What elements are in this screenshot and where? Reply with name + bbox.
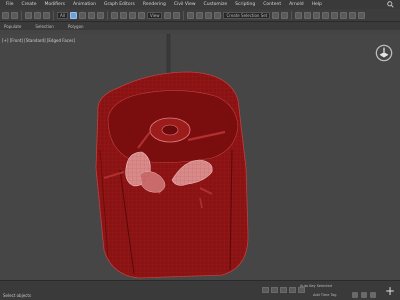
link-button[interactable] <box>25 11 32 19</box>
pan-icon[interactable] <box>361 292 367 298</box>
curve-editor-button[interactable] <box>313 11 321 19</box>
selection-filter-dropdown[interactable]: All <box>57 11 68 19</box>
move-button[interactable] <box>110 11 118 19</box>
search-icon[interactable] <box>387 1 394 8</box>
menu-rendering[interactable]: Rendering <box>139 0 170 9</box>
menu-file[interactable]: File <box>2 0 18 9</box>
status-bar <box>0 280 400 300</box>
menu-customize[interactable]: Customize <box>200 0 232 9</box>
menu-modifiers[interactable]: Modifiers <box>40 0 69 9</box>
pivot-center-button[interactable] <box>164 11 172 19</box>
mirror-button[interactable] <box>272 11 280 19</box>
socket-hole <box>161 124 179 136</box>
next-frame-button[interactable] <box>289 287 296 293</box>
toolbar-separator <box>291 10 293 20</box>
add-time-tag-label[interactable]: Add Time Tag <box>313 293 337 297</box>
zoom-icon[interactable] <box>352 292 358 298</box>
add-icon[interactable]: + <box>384 285 396 298</box>
ribbon-bar: Populate Selection Polygon <box>0 22 400 30</box>
undo-button[interactable] <box>2 11 9 19</box>
playback-controls <box>262 287 305 293</box>
material-editor-button[interactable] <box>331 11 339 19</box>
viewcube-icon[interactable] <box>375 44 393 62</box>
ribbon-tab-polygon[interactable]: Polygon <box>68 24 84 29</box>
scene-explorer-button[interactable] <box>295 11 303 19</box>
schematic-view-button[interactable] <box>322 11 330 19</box>
menu-help[interactable]: Help <box>308 0 326 9</box>
viewport-navigation <box>352 292 376 298</box>
menu-create[interactable]: Create <box>18 0 41 9</box>
orbit-icon[interactable] <box>370 292 376 298</box>
ribbon-tab-populate[interactable]: Populate <box>4 24 21 29</box>
menu-content[interactable]: Content <box>259 0 285 9</box>
placement-button[interactable] <box>137 11 145 19</box>
select-by-name-button[interactable] <box>78 11 86 19</box>
toolbar-separator <box>53 10 54 20</box>
menu-arnold[interactable]: Arnold <box>285 0 308 9</box>
go-to-start-button[interactable] <box>262 287 269 293</box>
play-button[interactable] <box>280 287 287 293</box>
toolbar-separator <box>183 10 185 20</box>
rectangular-selection-button[interactable] <box>87 11 95 19</box>
rendered-frame-window-button[interactable] <box>349 11 357 19</box>
layer-explorer-button[interactable] <box>304 11 312 19</box>
menu-graph-editors[interactable]: Graph Editors <box>100 0 139 9</box>
window-crossing-button[interactable] <box>96 11 104 19</box>
scene-model[interactable] <box>0 34 400 280</box>
status-prompt: Select objects <box>3 293 32 298</box>
align-button[interactable] <box>281 11 289 19</box>
menu-animation[interactable]: Animation <box>69 0 100 9</box>
render-setup-button[interactable] <box>340 11 348 19</box>
menu-bar: File Create Modifiers Animation Graph Ed… <box>0 0 400 9</box>
menu-scripting[interactable]: Scripting <box>231 0 259 9</box>
ribbon-tab-selection[interactable]: Selection <box>35 24 53 29</box>
toolbar-separator <box>21 10 22 20</box>
percent-snap-button[interactable] <box>205 11 213 19</box>
menu-civil-view[interactable]: Civil View <box>170 0 200 9</box>
render-button[interactable] <box>358 11 366 19</box>
reference-coordinate-dropdown[interactable]: View <box>146 11 163 19</box>
scale-button[interactable] <box>128 11 136 19</box>
toolbar-separator <box>106 10 108 20</box>
3ds-max-window: File Create Modifiers Animation Graph Ed… <box>0 0 400 300</box>
spinner-snap-button[interactable] <box>214 11 222 19</box>
previous-frame-button[interactable] <box>271 287 278 293</box>
redo-button[interactable] <box>11 11 18 19</box>
bind-space-warp-button[interactable] <box>43 11 50 19</box>
snaps-toggle-button[interactable] <box>187 11 195 19</box>
select-object-button[interactable] <box>69 11 77 19</box>
select-manipulate-button[interactable] <box>173 11 181 19</box>
rotate-button[interactable] <box>119 11 127 19</box>
unlink-button[interactable] <box>34 11 41 19</box>
go-to-end-button[interactable] <box>298 287 305 293</box>
main-toolbar: All View Create Selection Set <box>0 9 400 22</box>
angle-snap-button[interactable] <box>196 11 204 19</box>
selection-set-field[interactable]: Create Selection Set <box>223 11 271 19</box>
